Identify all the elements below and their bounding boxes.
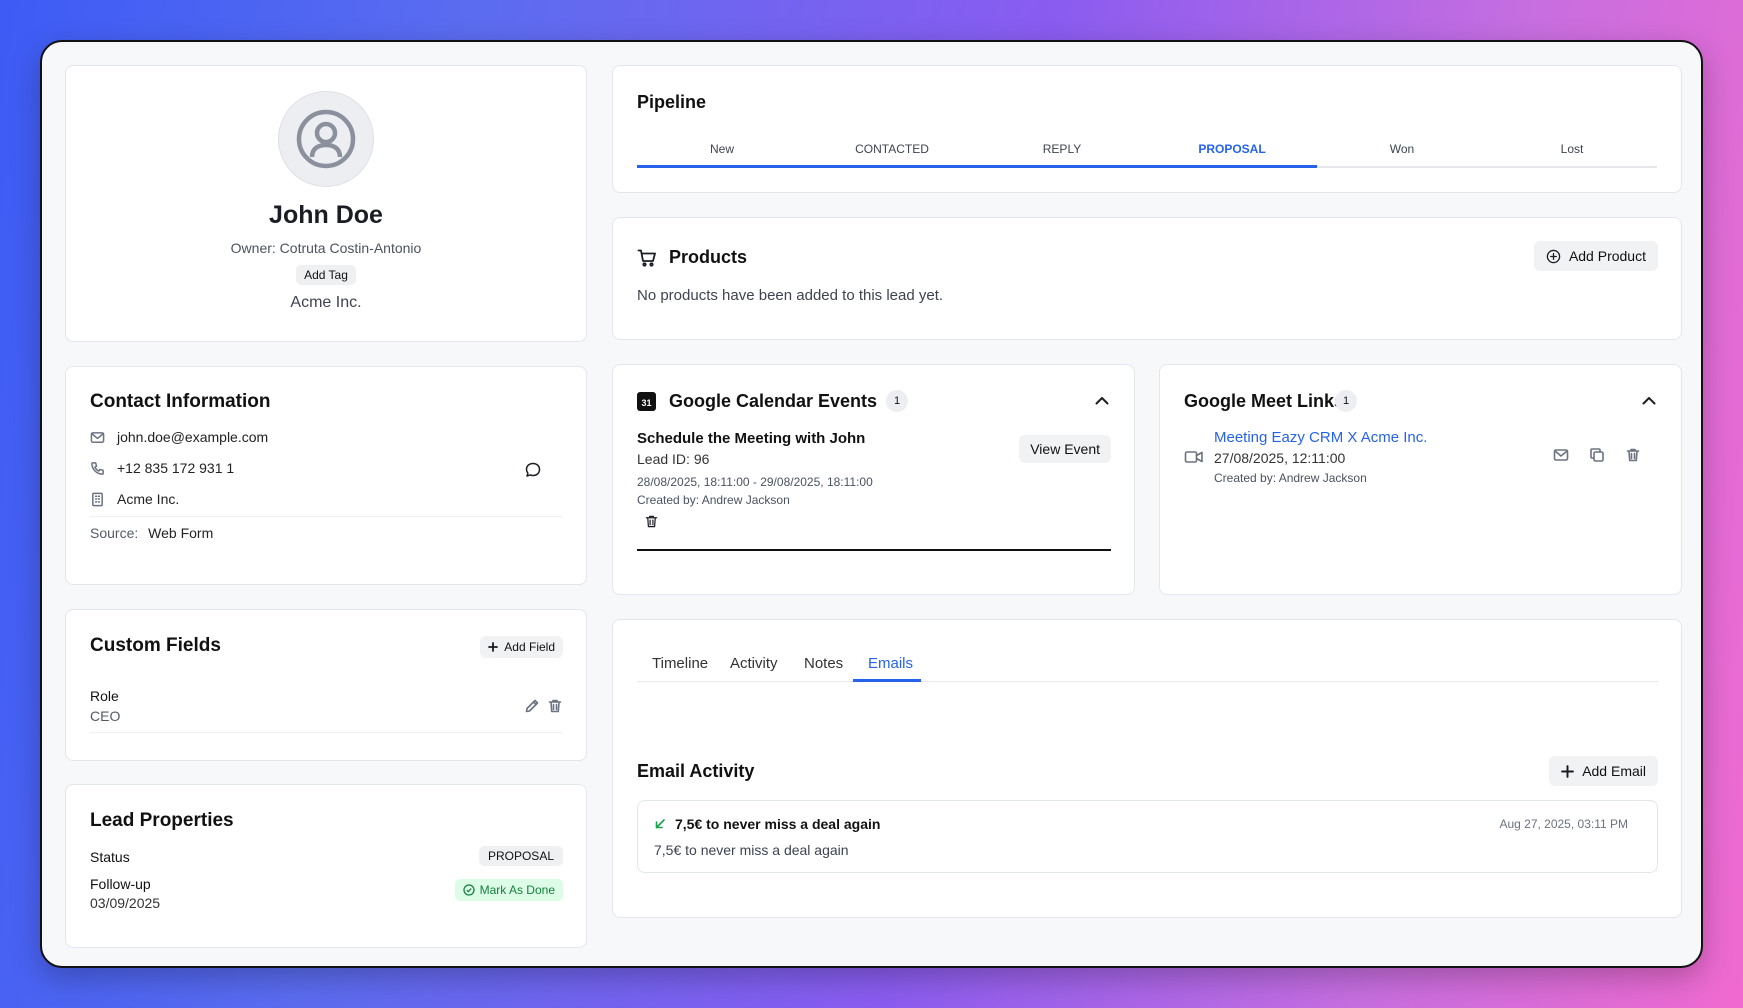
event-range: 28/08/2025, 18:11:00 - 29/08/2025, 18:11…: [637, 475, 873, 489]
calendar-events-card: 31 Google Calendar Events 1 Schedule the…: [612, 364, 1135, 595]
custom-field-divider: [90, 732, 562, 733]
tab-activity[interactable]: Activity: [730, 655, 778, 672]
source-label: Source:: [90, 525, 139, 541]
add-tag-button[interactable]: Add Tag: [296, 265, 356, 285]
incoming-arrow-icon: [655, 819, 665, 829]
tab-emails[interactable]: Emails: [868, 655, 913, 672]
contact-company: Acme Inc.: [117, 491, 180, 507]
meet-count-badge: 1: [1335, 390, 1357, 412]
add-product-button[interactable]: Add Product: [1533, 241, 1658, 271]
mail-icon[interactable]: [1553, 447, 1569, 463]
status-badge: PROPOSAL: [478, 846, 563, 866]
stage-won[interactable]: Won: [1317, 142, 1487, 156]
event-lead-id: Lead ID: 96: [637, 451, 710, 467]
check-circle-icon: [462, 884, 475, 896]
contact-email[interactable]: john.doe@example.com: [117, 429, 268, 445]
custom-fields-card: Custom Fields Add Field Role CEO: [65, 609, 587, 761]
email-preview: 7,5€ to never miss a deal again: [654, 842, 849, 858]
email-item[interactable]: 7,5€ to never miss a deal again Aug 27, …: [637, 800, 1658, 873]
contact-divider: [90, 516, 562, 517]
source-value: Web Form: [148, 525, 214, 541]
stage-reply[interactable]: REPLY: [977, 142, 1147, 156]
event-created-by: Created by: Andrew Jackson: [637, 493, 790, 507]
products-empty-text: No products have been added to this lead…: [637, 287, 944, 304]
chevron-up-icon[interactable]: [1640, 392, 1658, 410]
chevron-up-icon[interactable]: [1093, 392, 1111, 410]
activity-tabs-card: Timeline Activity Notes Emails Email Act…: [612, 619, 1682, 918]
plus-icon: [488, 642, 499, 652]
meet-link-title[interactable]: Meeting Eazy CRM X Acme Inc.: [1214, 429, 1427, 446]
products-card: Products Add Product No products have be…: [612, 217, 1682, 340]
add-product-label: Add Product: [1568, 248, 1646, 264]
profile-name: John Doe: [269, 201, 383, 229]
followup-label: Follow-up: [90, 876, 151, 892]
delete-field-icon[interactable]: [547, 698, 563, 714]
tabs-divider: [637, 681, 1658, 682]
custom-field-item: Role CEO: [90, 688, 120, 724]
add-field-label: Add Field: [504, 640, 555, 654]
custom-fields-title: Custom Fields: [90, 635, 221, 656]
mark-as-done-label: Mark As Done: [479, 883, 555, 897]
email-date: Aug 27, 2025, 03:11 PM: [1499, 817, 1628, 831]
building-icon: [92, 492, 103, 506]
stage-new[interactable]: New: [637, 142, 807, 156]
email-subject: 7,5€ to never miss a deal again: [675, 816, 881, 832]
calendar-divider: [637, 549, 1111, 551]
pipeline-progress: [637, 165, 1317, 168]
add-field-button[interactable]: Add Field: [480, 636, 563, 658]
tab-notes[interactable]: Notes: [804, 655, 843, 672]
contact-email-row[interactable]: john.doe@example.com: [90, 429, 268, 445]
cart-icon: [637, 249, 656, 267]
custom-field-label: Role: [90, 688, 119, 704]
delete-link-icon[interactable]: [1625, 447, 1641, 463]
plus-circle-icon: [1546, 249, 1561, 263]
avatar: [278, 91, 374, 187]
view-event-button[interactable]: View Event: [1019, 435, 1111, 463]
products-title: Products: [669, 247, 748, 267]
calendar-icon: 31: [637, 392, 656, 411]
message-icon[interactable]: [524, 461, 542, 479]
add-email-label: Add Email: [1582, 763, 1646, 779]
stage-lost[interactable]: Lost: [1487, 142, 1657, 156]
app-window: John Doe Owner: Cotruta Costin-Antonio A…: [40, 40, 1703, 968]
pipeline-title: Pipeline: [637, 92, 707, 112]
phone-icon: [91, 461, 104, 475]
profile-owner: Owner: Cotruta Costin-Antonio: [230, 240, 422, 256]
contact-information-card: Contact Information john.doe@example.com…: [65, 366, 587, 585]
meet-title: Google Meet Links: [1184, 391, 1345, 411]
tab-active-indicator: [853, 679, 921, 682]
user-avatar-icon: [296, 109, 356, 169]
contact-source: Source: Web Form: [90, 525, 213, 541]
contact-company-row: Acme Inc.: [90, 491, 179, 507]
lead-properties-card: Lead Properties Status PROPOSAL Follow-u…: [65, 784, 587, 948]
status-label: Status: [90, 849, 130, 865]
custom-field-value: CEO: [90, 708, 121, 724]
copy-icon[interactable]: [1589, 447, 1605, 463]
event-title: Schedule the Meeting with John: [637, 430, 866, 447]
contact-title: Contact Information: [90, 391, 271, 412]
meet-link-datetime: 27/08/2025, 12:11:00: [1214, 450, 1346, 466]
plus-icon: [1561, 764, 1575, 778]
video-icon: [1184, 451, 1203, 463]
stage-contacted[interactable]: CONTACTED: [807, 142, 977, 156]
delete-event-icon[interactable]: [644, 514, 659, 529]
stage-proposal[interactable]: PROPOSAL: [1147, 142, 1317, 156]
calendar-title: Google Calendar Events: [669, 391, 878, 411]
mark-as-done-button[interactable]: Mark As Done: [454, 879, 563, 901]
tab-timeline[interactable]: Timeline: [652, 655, 708, 672]
contact-phone[interactable]: +12 835 172 931 1: [117, 460, 234, 476]
contact-phone-row[interactable]: +12 835 172 931 1: [90, 460, 234, 476]
add-email-button[interactable]: Add Email: [1549, 756, 1658, 786]
mail-icon: [90, 431, 105, 443]
profile-company: Acme Inc.: [290, 294, 362, 311]
edit-icon[interactable]: [524, 698, 540, 714]
email-activity-title: Email Activity: [637, 761, 755, 781]
calendar-count-badge: 1: [886, 390, 908, 412]
meet-link-created-by: Created by: Andrew Jackson: [1214, 471, 1367, 485]
lead-properties-title: Lead Properties: [90, 810, 234, 831]
pipeline-card: Pipeline New CONTACTED REPLY PROPOSAL Wo…: [612, 65, 1682, 193]
meet-links-card: Google Meet Links 1 Meeting Eazy CRM X A…: [1159, 364, 1682, 595]
followup-date: 03/09/2025: [90, 895, 161, 911]
profile-card: John Doe Owner: Cotruta Costin-Antonio A…: [65, 65, 587, 342]
